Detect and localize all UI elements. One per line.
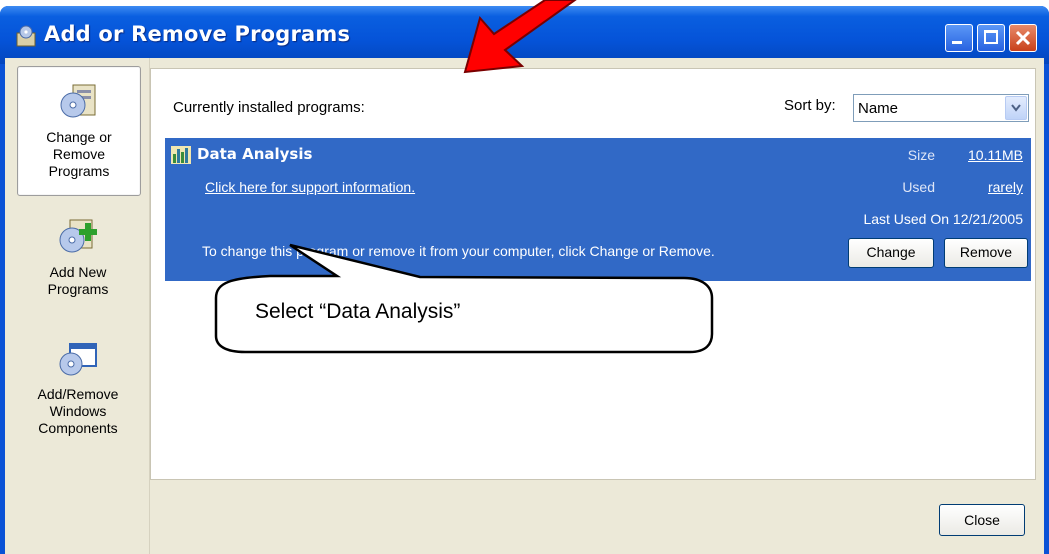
close-button[interactable]: Close bbox=[939, 504, 1025, 536]
sort-by-select[interactable]: Name bbox=[853, 94, 1029, 122]
minimize-icon bbox=[952, 41, 962, 44]
installed-programs-pane: Currently installed programs: Sort by: N… bbox=[150, 68, 1036, 480]
maximize-icon bbox=[984, 30, 998, 44]
task-pane: Change or Remove Programs Add New Progra… bbox=[5, 58, 150, 554]
task-windows-components-label: Add/Remove Windows Components bbox=[37, 386, 119, 436]
add-remove-programs-window: Add or Remove Programs Change or Remove … bbox=[0, 6, 1049, 554]
callout-text: Select “Data Analysis” bbox=[255, 300, 461, 323]
add-remove-programs-icon bbox=[16, 25, 36, 47]
change-remove-hint: To change this program or remove it from… bbox=[202, 243, 715, 259]
installed-programs-label: Currently installed programs: bbox=[173, 99, 365, 116]
title-bar[interactable]: Add or Remove Programs bbox=[0, 6, 1049, 64]
program-row-data-analysis[interactable]: Data Analysis Click here for support inf… bbox=[165, 138, 1031, 281]
task-add-new-label: Add New Programs bbox=[47, 264, 109, 297]
task-change-remove-label: Change or Remove Programs bbox=[46, 129, 112, 179]
support-info-link[interactable]: Click here for support information. bbox=[205, 179, 415, 195]
maximize-button[interactable] bbox=[977, 24, 1005, 52]
sort-by-value: Name bbox=[858, 100, 899, 117]
change-remove-programs-icon bbox=[60, 84, 96, 118]
remove-button[interactable]: Remove bbox=[944, 238, 1028, 268]
chevron-down-icon bbox=[1011, 104, 1021, 112]
task-change-remove-programs[interactable]: Change or Remove Programs bbox=[17, 66, 141, 196]
task-add-remove-windows-components[interactable]: Add/Remove Windows Components bbox=[17, 336, 139, 454]
add-new-programs-icon bbox=[59, 219, 97, 253]
size-label: Size bbox=[907, 147, 935, 163]
close-window-button[interactable] bbox=[1009, 24, 1037, 52]
data-analysis-icon bbox=[171, 146, 191, 164]
sort-by-label: Sort by: bbox=[784, 97, 836, 114]
minimize-button[interactable] bbox=[945, 24, 973, 52]
used-value: rarely bbox=[987, 179, 1023, 195]
window-client-area: Change or Remove Programs Add New Progra… bbox=[5, 58, 1044, 554]
window-title: Add or Remove Programs bbox=[44, 22, 351, 46]
program-name: Data Analysis bbox=[197, 145, 313, 163]
dropdown-button[interactable] bbox=[1005, 96, 1027, 120]
last-used-date: Last Used On 12/21/2005 bbox=[863, 211, 1023, 227]
windows-components-icon bbox=[59, 343, 97, 376]
used-label: Used bbox=[902, 179, 935, 195]
size-value: 10.11MB bbox=[968, 147, 1023, 163]
change-button[interactable]: Change bbox=[848, 238, 934, 268]
task-add-new-programs[interactable]: Add New Programs bbox=[17, 214, 139, 314]
close-icon bbox=[1015, 30, 1031, 46]
